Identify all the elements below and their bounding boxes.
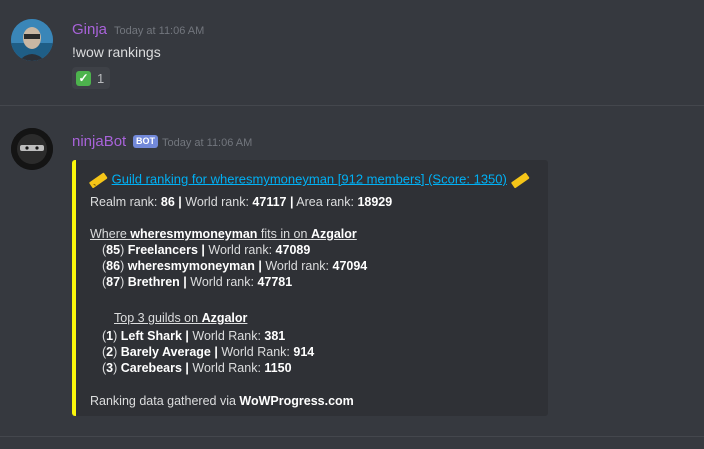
- world-rank-value: 47117: [252, 195, 287, 209]
- fits-row: (87) Brethren | World rank: 47781: [102, 275, 293, 289]
- fits-in-heading: Where wheresmymoneyman fits in on Azgalo…: [90, 227, 357, 241]
- username[interactable]: Ginja: [72, 21, 107, 38]
- ranking-embed: Guild ranking for wheresmymoneyman [912 …: [72, 160, 548, 416]
- timestamp: Today at 11:06 AM: [114, 25, 205, 37]
- ruler-icon: [511, 172, 530, 189]
- user-avatar[interactable]: [11, 19, 53, 61]
- top3-row: (2) Barely Average | World Rank: 914: [102, 345, 315, 359]
- message-divider: [0, 436, 704, 437]
- fits-row: (85) Freelancers | World rank: 47089: [102, 243, 311, 257]
- realm-rank-label: Realm rank:: [90, 195, 158, 209]
- bot-avatar[interactable]: [11, 128, 53, 170]
- world-rank-label: World rank:: [185, 195, 249, 209]
- guild-ranking-link[interactable]: Guild ranking for wheresmymoneyman [912 …: [112, 171, 507, 186]
- area-rank-label: Area rank:: [296, 195, 354, 209]
- message-text: !wow rankings: [72, 44, 161, 60]
- message-ginja: Ginja Today at 11:06 AM !wow rankings ✓ …: [0, 0, 704, 100]
- realm-rank-value: 86: [160, 195, 175, 209]
- message-divider: [0, 105, 704, 106]
- embed-footer: Ranking data gathered via WoWProgress.co…: [90, 394, 354, 408]
- ruler-icon: [89, 172, 108, 189]
- check-mark-icon: ✓: [76, 70, 91, 86]
- fits-row: (86) wheresmymoneyman | World rank: 4709…: [102, 259, 368, 273]
- embed-title: Guild ranking for wheresmymoneyman [912 …: [88, 170, 530, 190]
- top3-heading: Top 3 guilds on Azgalor: [114, 311, 248, 325]
- rank-summary: Realm rank: 86 | World rank: 47117 | Are…: [90, 195, 393, 209]
- top3-row: (1) Left Shark | World Rank: 381: [102, 329, 286, 343]
- timestamp: Today at 11:06 AM: [162, 137, 253, 149]
- reaction-check[interactable]: ✓ 1: [72, 67, 111, 89]
- user-avatar-icon: [11, 19, 53, 61]
- area-rank-value: 18929: [357, 195, 393, 209]
- bot-tag: BOT: [133, 135, 158, 148]
- ninja-avatar-icon: [11, 128, 53, 170]
- top3-row: (3) Carebears | World Rank: 1150: [102, 361, 292, 375]
- bot-username[interactable]: ninjaBot: [72, 133, 126, 150]
- reaction-count: 1: [97, 70, 105, 86]
